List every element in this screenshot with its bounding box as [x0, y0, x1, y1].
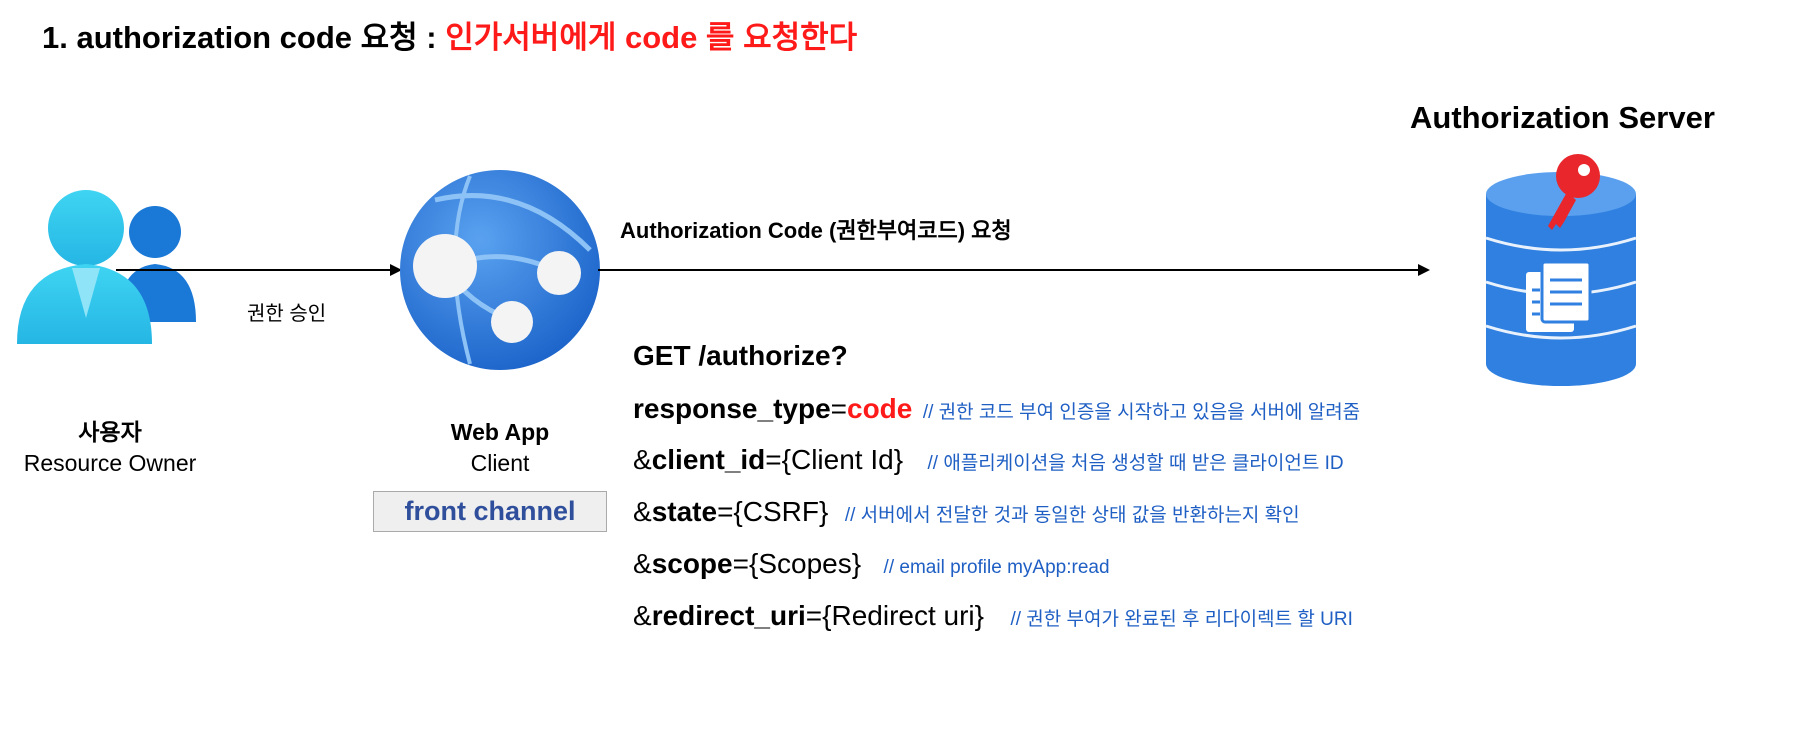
request-arrow [598, 264, 1430, 276]
param-comment: // 서버에서 전달한 것과 동일한 상태 값을 반환하는지 확인 [844, 505, 1300, 526]
request-method-line: GET /authorize? [633, 340, 848, 371]
request-param-client-id: &client_id={Client Id} // 애플리케이션을 처음 생성할… [633, 444, 1344, 475]
client-role: Client [470, 450, 530, 476]
client-label: Web App Client [400, 417, 600, 479]
param-value: {Scopes} [748, 548, 862, 579]
user-role: Resource Owner [23, 450, 197, 476]
document-icon [1526, 260, 1592, 332]
database-key-icon [1485, 154, 1637, 386]
web-app-globe-icon [400, 170, 600, 370]
param-comment: // 애플리케이션을 처음 생성할 때 받은 클라이언트 ID [927, 453, 1344, 474]
request-param-scope: &scope={Scopes} // email profile myApp:r… [633, 548, 1110, 579]
param-key: client_id [651, 444, 766, 475]
param-comment: // 권한 코드 부여 인증을 시작하고 있음을 서버에 알려줌 [922, 402, 1361, 423]
param-value: {Redirect uri} [822, 600, 984, 631]
request-param-response-type: response_type=code // 권한 코드 부여 인증을 시작하고 … [633, 393, 1361, 424]
param-value: {CSRF} [733, 496, 829, 527]
request-param-state: &state={CSRF} // 서버에서 전달한 것과 동일한 상태 값을 반… [633, 496, 1300, 527]
param-key: response_type [633, 393, 831, 424]
param-key: redirect_uri [651, 600, 806, 631]
grant-arrow-label: 권한 승인 [247, 303, 327, 325]
param-comment: // 권한 부여가 완료된 후 리다이렉트 할 URI [1010, 609, 1353, 630]
users-icon [17, 190, 196, 344]
user-label: 사용자 Resource Owner [10, 417, 210, 479]
param-key: state [651, 496, 718, 527]
param-value: {Client Id} [781, 444, 904, 475]
request-arrow-label: Authorization Code (권한부여코드) 요청 [620, 218, 1012, 243]
user-name: 사용자 [78, 419, 142, 445]
param-comment: // email profile myApp:read [883, 557, 1110, 578]
param-value: code [847, 393, 913, 424]
client-name: Web App [450, 419, 550, 445]
front-channel-badge: front channel [373, 491, 607, 532]
server-title: Authorization Server [1410, 100, 1715, 135]
request-param-redirect-uri: &redirect_uri={Redirect uri} // 권한 부여가 완… [633, 600, 1353, 631]
param-key: scope [651, 548, 733, 579]
